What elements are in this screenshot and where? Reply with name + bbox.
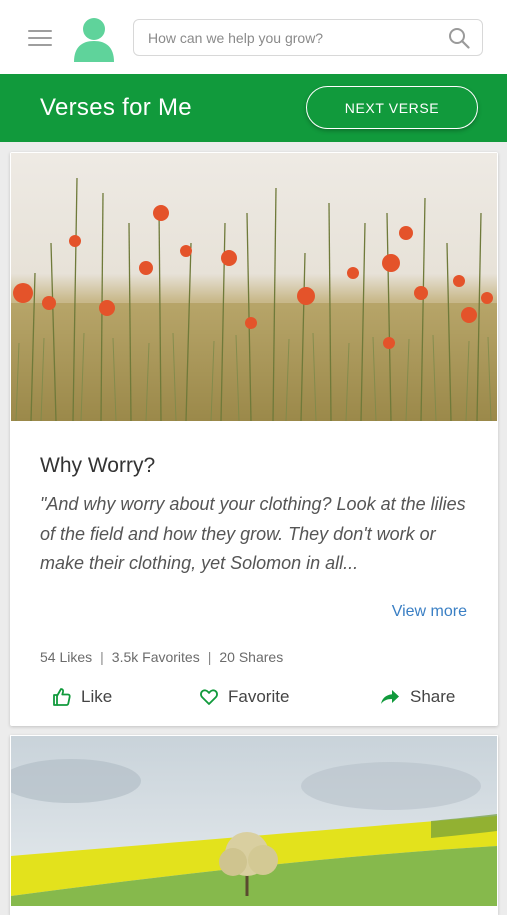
page-title: Verses for Me xyxy=(40,94,192,121)
share-button[interactable]: Share xyxy=(379,682,455,712)
favorites-count: 3.5k Favorites xyxy=(111,649,200,665)
stats-divider: | xyxy=(207,649,212,665)
verse-card: Why Worry? "And why worry about your clo… xyxy=(10,152,498,726)
meadow-image xyxy=(11,736,497,906)
search-input[interactable] xyxy=(148,20,438,55)
favorite-label: Favorite xyxy=(228,687,290,706)
top-bar xyxy=(0,0,507,74)
verse-quote: "And why worry about your clothing? Look… xyxy=(40,494,466,573)
menu-icon[interactable] xyxy=(28,30,52,48)
thumbs-up-icon xyxy=(53,688,71,706)
like-label: Like xyxy=(81,687,113,706)
user-avatar-icon[interactable] xyxy=(73,17,115,63)
search-icon[interactable] xyxy=(448,27,470,49)
verse-actions: Like Favorite Share xyxy=(10,682,498,712)
likes-count: 54 Likes xyxy=(40,649,93,665)
heart-icon xyxy=(200,689,218,705)
share-arrow-icon xyxy=(381,690,399,704)
like-button[interactable]: Like xyxy=(52,682,112,712)
share-label: Share xyxy=(410,687,456,706)
shares-count: 20 Shares xyxy=(219,649,284,665)
verse-title: Why Worry? xyxy=(40,454,156,477)
stats-divider: | xyxy=(100,649,104,665)
verse-stats: 54 Likes | 3.5k Favorites | 20 Shares xyxy=(40,649,283,665)
next-verse-button[interactable]: NEXT VERSE xyxy=(306,86,478,129)
favorite-button[interactable]: Favorite xyxy=(199,682,289,712)
view-more-link[interactable]: View more xyxy=(392,603,467,621)
poppy-field-image xyxy=(11,153,497,421)
next-verse-card xyxy=(10,735,498,915)
search-box[interactable] xyxy=(133,19,483,56)
